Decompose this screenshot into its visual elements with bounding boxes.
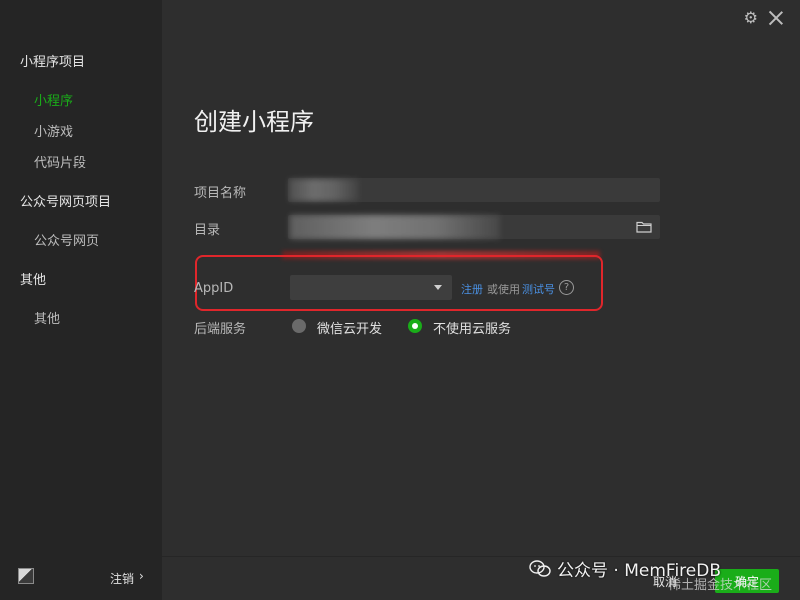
sidebar-item-miniprogram[interactable]: 小程序 bbox=[34, 90, 73, 109]
sidebar-footer: 注销 › bbox=[0, 554, 162, 600]
sidebar: 小程序项目 小程序 小游戏 代码片段 公众号网页项目 公众号网页 其他 其他 注… bbox=[0, 0, 162, 600]
folder-icon[interactable] bbox=[636, 221, 652, 233]
help-icon[interactable]: ? bbox=[559, 280, 574, 295]
avatar[interactable] bbox=[18, 568, 34, 584]
test-account-link[interactable]: 测试号 bbox=[522, 281, 555, 297]
appid-select[interactable] bbox=[290, 275, 452, 300]
backend-service-label: 后端服务 bbox=[194, 322, 247, 337]
radio-label-wechat-cloud[interactable]: 微信云开发 bbox=[317, 318, 382, 337]
sidebar-item-official-account-webpage[interactable]: 公众号网页 bbox=[34, 230, 99, 249]
window-controls: ⚙ bbox=[744, 8, 784, 27]
caret-down-icon bbox=[434, 285, 442, 290]
sidebar-group-other: 其他 bbox=[20, 273, 47, 288]
directory-label: 目录 bbox=[194, 223, 221, 238]
gear-icon[interactable]: ⚙ bbox=[744, 8, 758, 27]
project-name-label: 项目名称 bbox=[194, 186, 247, 201]
sidebar-item-code-snippet[interactable]: 代码片段 bbox=[34, 152, 86, 171]
register-link[interactable]: 注册 bbox=[461, 281, 483, 297]
appid-label: AppID bbox=[194, 281, 234, 296]
sidebar-group-miniprogram-projects: 小程序项目 bbox=[20, 55, 86, 70]
watermark-secondary: 稀土掘金技术社区 bbox=[668, 578, 773, 593]
sidebar-item-other[interactable]: 其他 bbox=[34, 308, 60, 327]
radio-wechat-cloud[interactable] bbox=[292, 319, 306, 333]
chevron-right-icon: › bbox=[139, 569, 144, 583]
wechat-icon bbox=[529, 559, 551, 577]
or-use-text: 或使用 bbox=[487, 283, 520, 296]
redacted-directory-path bbox=[290, 215, 500, 239]
radio-no-cloud[interactable] bbox=[408, 319, 422, 333]
sidebar-group-official-account-projects: 公众号网页项目 bbox=[20, 195, 112, 210]
main-panel: ⚙ 创建小程序 项目名称 目录 AppID 注册 或使用 测试号 ? 后端服务 … bbox=[162, 0, 800, 600]
page-title: 创建小程序 bbox=[194, 108, 314, 136]
logout-button[interactable]: 注销 bbox=[110, 570, 134, 587]
sidebar-item-minigame[interactable]: 小游戏 bbox=[34, 121, 73, 140]
close-icon[interactable] bbox=[768, 10, 784, 26]
radio-label-no-cloud[interactable]: 不使用云服务 bbox=[433, 318, 511, 337]
redacted-project-name bbox=[289, 179, 359, 201]
